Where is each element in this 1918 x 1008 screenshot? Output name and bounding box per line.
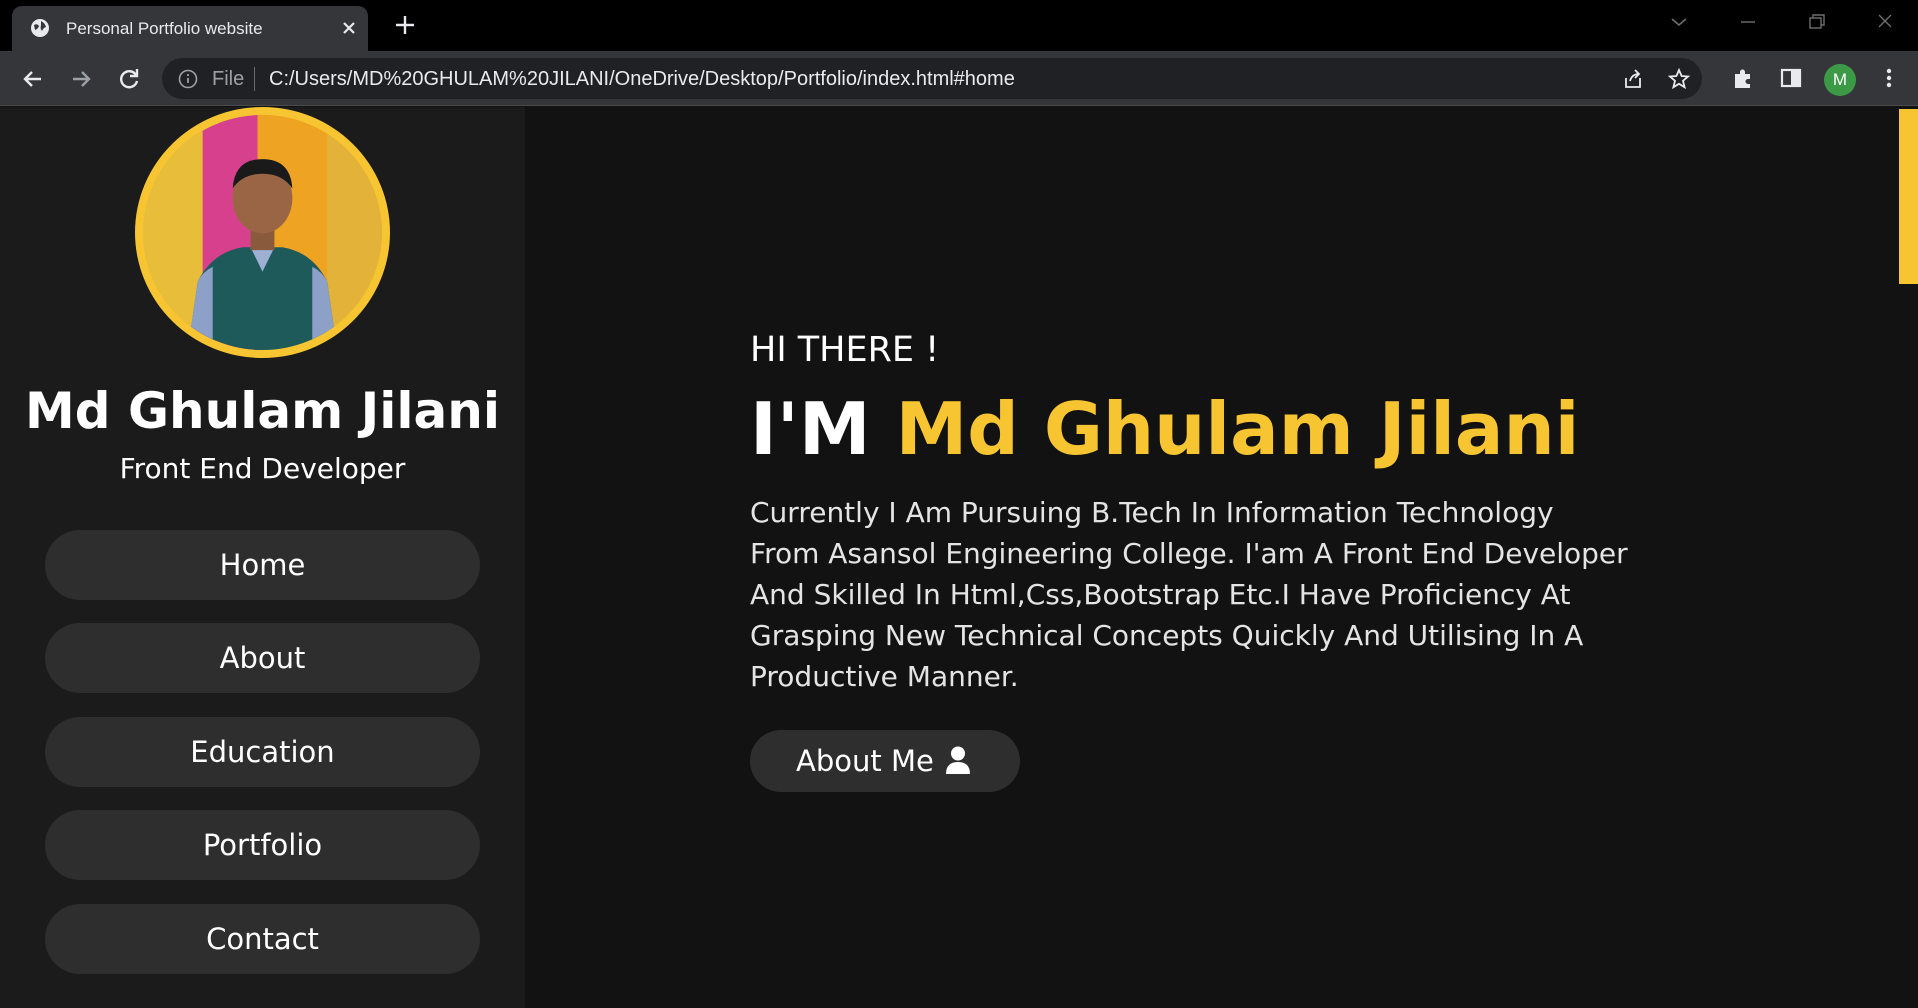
browser-toolbar: File C:/Users/MD%20GHULAM%20JILANI/OneDr… bbox=[0, 51, 1918, 106]
nav-education[interactable]: Education bbox=[45, 717, 480, 787]
restore-icon[interactable] bbox=[1801, 10, 1831, 34]
browser-tab-strip: Personal Portfolio website bbox=[0, 0, 1918, 51]
sidebar: Md Ghulam Jilani Front End Developer Hom… bbox=[0, 107, 525, 1008]
browser-tab[interactable]: Personal Portfolio website bbox=[12, 6, 368, 51]
globe-icon bbox=[31, 19, 49, 37]
about-me-button[interactable]: About Me bbox=[750, 730, 1020, 792]
hero-greeting: HI THERE ! bbox=[750, 330, 940, 370]
page-scrollbar[interactable] bbox=[1893, 107, 1918, 1008]
nav-portfolio[interactable]: Portfolio bbox=[45, 810, 480, 880]
chevron-down-icon[interactable] bbox=[1664, 10, 1694, 34]
reload-icon[interactable] bbox=[115, 65, 143, 93]
address-bar[interactable]: File C:/Users/MD%20GHULAM%20JILANI/OneDr… bbox=[162, 58, 1702, 99]
page-viewport: Md Ghulam Jilani Front End Developer Hom… bbox=[0, 107, 1918, 1008]
puzzle-icon[interactable] bbox=[1730, 65, 1756, 91]
nav-about[interactable]: About bbox=[45, 623, 480, 693]
scrollbar-thumb[interactable] bbox=[1899, 109, 1918, 284]
back-arrow-icon[interactable] bbox=[19, 65, 47, 93]
hero-heading-prefix: I'M bbox=[750, 387, 871, 471]
minimize-icon[interactable] bbox=[1733, 10, 1763, 34]
user-icon bbox=[946, 746, 970, 774]
hero-heading: I'M Md Ghulam Jilani bbox=[750, 387, 1579, 471]
side-panel-icon[interactable] bbox=[1778, 65, 1804, 91]
share-icon[interactable] bbox=[1622, 68, 1644, 90]
kebab-menu-icon[interactable] bbox=[1876, 65, 1902, 91]
url-text[interactable]: C:/Users/MD%20GHULAM%20JILANI/OneDrive/D… bbox=[269, 68, 1015, 91]
nav-contact[interactable]: Contact bbox=[45, 904, 480, 974]
tab-title: Personal Portfolio website bbox=[66, 19, 263, 38]
profile-avatar[interactable]: M bbox=[1824, 64, 1856, 96]
hero-section: HI THERE ! I'M Md Ghulam Jilani Currentl… bbox=[525, 107, 1893, 1008]
scheme-label: File bbox=[212, 68, 245, 90]
omnibox-divider bbox=[254, 67, 255, 91]
window-close-icon[interactable] bbox=[1870, 10, 1900, 34]
close-icon[interactable] bbox=[338, 17, 360, 39]
info-icon[interactable] bbox=[178, 69, 198, 89]
hero-heading-name: Md Ghulam Jilani bbox=[895, 387, 1580, 471]
profile-photo bbox=[135, 107, 390, 358]
sidebar-role: Front End Developer bbox=[119, 452, 406, 485]
forward-arrow-icon[interactable] bbox=[67, 65, 95, 93]
about-me-label: About Me bbox=[796, 744, 934, 778]
plus-icon[interactable] bbox=[392, 12, 418, 38]
sidebar-name: Md Ghulam Jilani bbox=[25, 382, 500, 440]
star-icon[interactable] bbox=[1668, 68, 1690, 90]
nav-home[interactable]: Home bbox=[45, 530, 480, 600]
hero-bio: Currently I Am Pursuing B.Tech In Inform… bbox=[750, 496, 1628, 693]
